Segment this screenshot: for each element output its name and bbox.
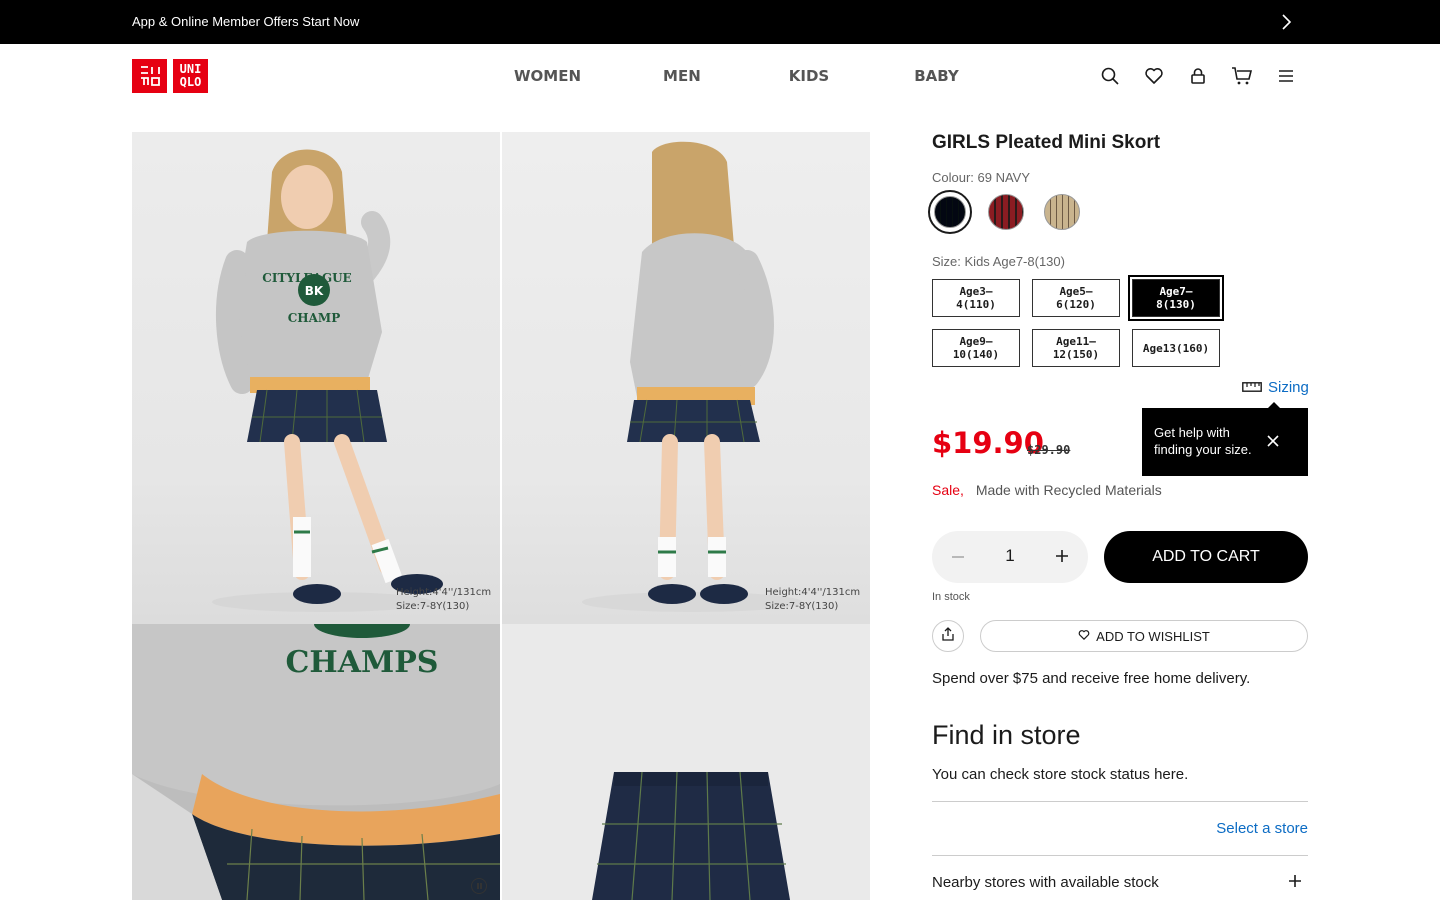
ruler-icon	[1242, 379, 1262, 396]
logo-katakana-block	[132, 59, 167, 93]
swatch-red-fill	[988, 194, 1024, 230]
model-size-caption: Size:7-8Y(130)	[396, 601, 470, 612]
product-photo-front[interactable]: CITYLEAGUE BK CHAMP Height:4'4''/131cm S…	[132, 132, 500, 624]
nearby-stores-label: Nearby stores with available stock	[932, 874, 1159, 891]
size-option-age5-6[interactable]: Age5–6(120)	[1032, 279, 1120, 317]
nearby-stores-accordion[interactable]: Nearby stores with available stock	[932, 874, 1308, 898]
closeup-print-text: CHAMPS	[286, 645, 439, 680]
product-gallery: CITYLEAGUE BK CHAMP Height:4'4''/131cm S…	[132, 132, 870, 900]
product-flags: Sale, Made with Recycled Materials	[932, 482, 1162, 498]
main-nav: WOMEN MEN KIDS BABY	[514, 67, 959, 85]
sale-flag: Sale,	[932, 482, 964, 498]
menu-icon[interactable]	[1275, 65, 1297, 87]
select-store-link[interactable]: Select a store	[1216, 820, 1308, 837]
model-size-caption: Size:7-8Y(130)	[765, 601, 839, 612]
uniqlo-logo[interactable]: UNI QLO	[132, 59, 208, 93]
size-option-age9-10[interactable]: Age9–10(140)	[932, 329, 1020, 367]
heart-icon	[1078, 629, 1090, 644]
delivery-note: Spend over $75 and receive free home del…	[932, 670, 1251, 687]
heart-icon[interactable]	[1143, 65, 1165, 87]
nav-kids[interactable]: KIDS	[789, 67, 829, 85]
product-title: GIRLS Pleated Mini Skort	[932, 132, 1161, 153]
colour-label: Colour: 69 NAVY	[932, 170, 1031, 185]
find-in-store-subtitle: You can check store stock status here.	[932, 766, 1189, 783]
stock-status: In stock	[932, 591, 970, 603]
nav-men[interactable]: MEN	[663, 67, 701, 85]
minus-icon[interactable]	[950, 549, 966, 565]
divider	[932, 855, 1308, 856]
swatch-navy[interactable]	[928, 190, 972, 234]
add-to-wishlist-button[interactable]: ADD TO WISHLIST	[980, 620, 1308, 652]
tooltip-text: Get help with finding your size.	[1154, 425, 1252, 457]
swatch-red[interactable]	[984, 190, 1028, 234]
nav-women[interactable]: WOMEN	[514, 67, 581, 85]
swatch-beige[interactable]	[1040, 190, 1084, 234]
add-to-cart-button[interactable]: ADD TO CART	[1104, 531, 1308, 583]
swatch-navy-fill	[934, 196, 966, 228]
logo-latin-block: UNI QLO	[173, 59, 208, 93]
size-option-age7-8[interactable]: Age7–8(130)	[1128, 275, 1224, 321]
product-photo-flat[interactable]	[502, 624, 870, 900]
size-label: Size: Kids Age7-8(130)	[932, 254, 1065, 269]
quantity-value[interactable]: 1	[998, 546, 1022, 566]
sweatshirt-badge-text: BK	[305, 284, 324, 298]
cart-icon[interactable]	[1231, 65, 1253, 87]
user-icon[interactable]	[1187, 65, 1209, 87]
logo-text: UNI QLO	[179, 62, 202, 89]
swatch-beige-fill	[1044, 194, 1080, 230]
sizing-link[interactable]: Sizing	[1242, 379, 1309, 396]
original-price: $29.90	[1027, 443, 1071, 457]
recycled-flag: Made with Recycled Materials	[975, 482, 1162, 498]
quantity-stepper: 1	[932, 531, 1088, 583]
size-option-age11-12[interactable]: Age11–12(150)	[1032, 329, 1120, 367]
share-button[interactable]	[932, 620, 964, 652]
announcement-bar: App & Online Member Offers Start Now	[0, 0, 1440, 44]
size-help-tooltip: Get help with finding your size.	[1142, 402, 1308, 476]
model-height-caption: Height:4'4''/131cm	[765, 587, 861, 598]
size-option-age13[interactable]: Age13(160)	[1132, 329, 1220, 367]
size-option-age3-4[interactable]: Age3–4(110)	[932, 279, 1020, 317]
product-photo-back[interactable]: Height:4'4''/131cm Size:7-8Y(130)	[502, 132, 870, 624]
colour-swatches	[928, 190, 1084, 234]
share-icon	[941, 626, 955, 646]
sizing-link-label: Sizing	[1268, 379, 1309, 396]
chevron-right-icon[interactable]	[1276, 12, 1296, 32]
sweatshirt-word-text: CHAMP	[288, 311, 341, 325]
site-header: UNI QLO WOMEN MEN KIDS BABY	[0, 44, 1440, 108]
close-icon[interactable]	[1266, 434, 1280, 448]
nav-baby[interactable]: BABY	[914, 67, 959, 85]
plus-icon[interactable]	[1054, 548, 1070, 564]
divider	[932, 801, 1308, 802]
announcement-text[interactable]: App & Online Member Offers Start Now	[132, 14, 359, 29]
plus-icon	[1288, 874, 1302, 888]
header-icons	[1099, 65, 1297, 87]
pause-video-icon[interactable]	[471, 878, 487, 894]
model-height-caption: Height:4'4''/131cm	[396, 587, 492, 598]
search-icon[interactable]	[1099, 65, 1121, 87]
product-photo-closeup[interactable]: CHAMPS	[132, 624, 500, 900]
wishlist-label: ADD TO WISHLIST	[1096, 628, 1210, 644]
find-in-store-title: Find in store	[932, 720, 1081, 750]
